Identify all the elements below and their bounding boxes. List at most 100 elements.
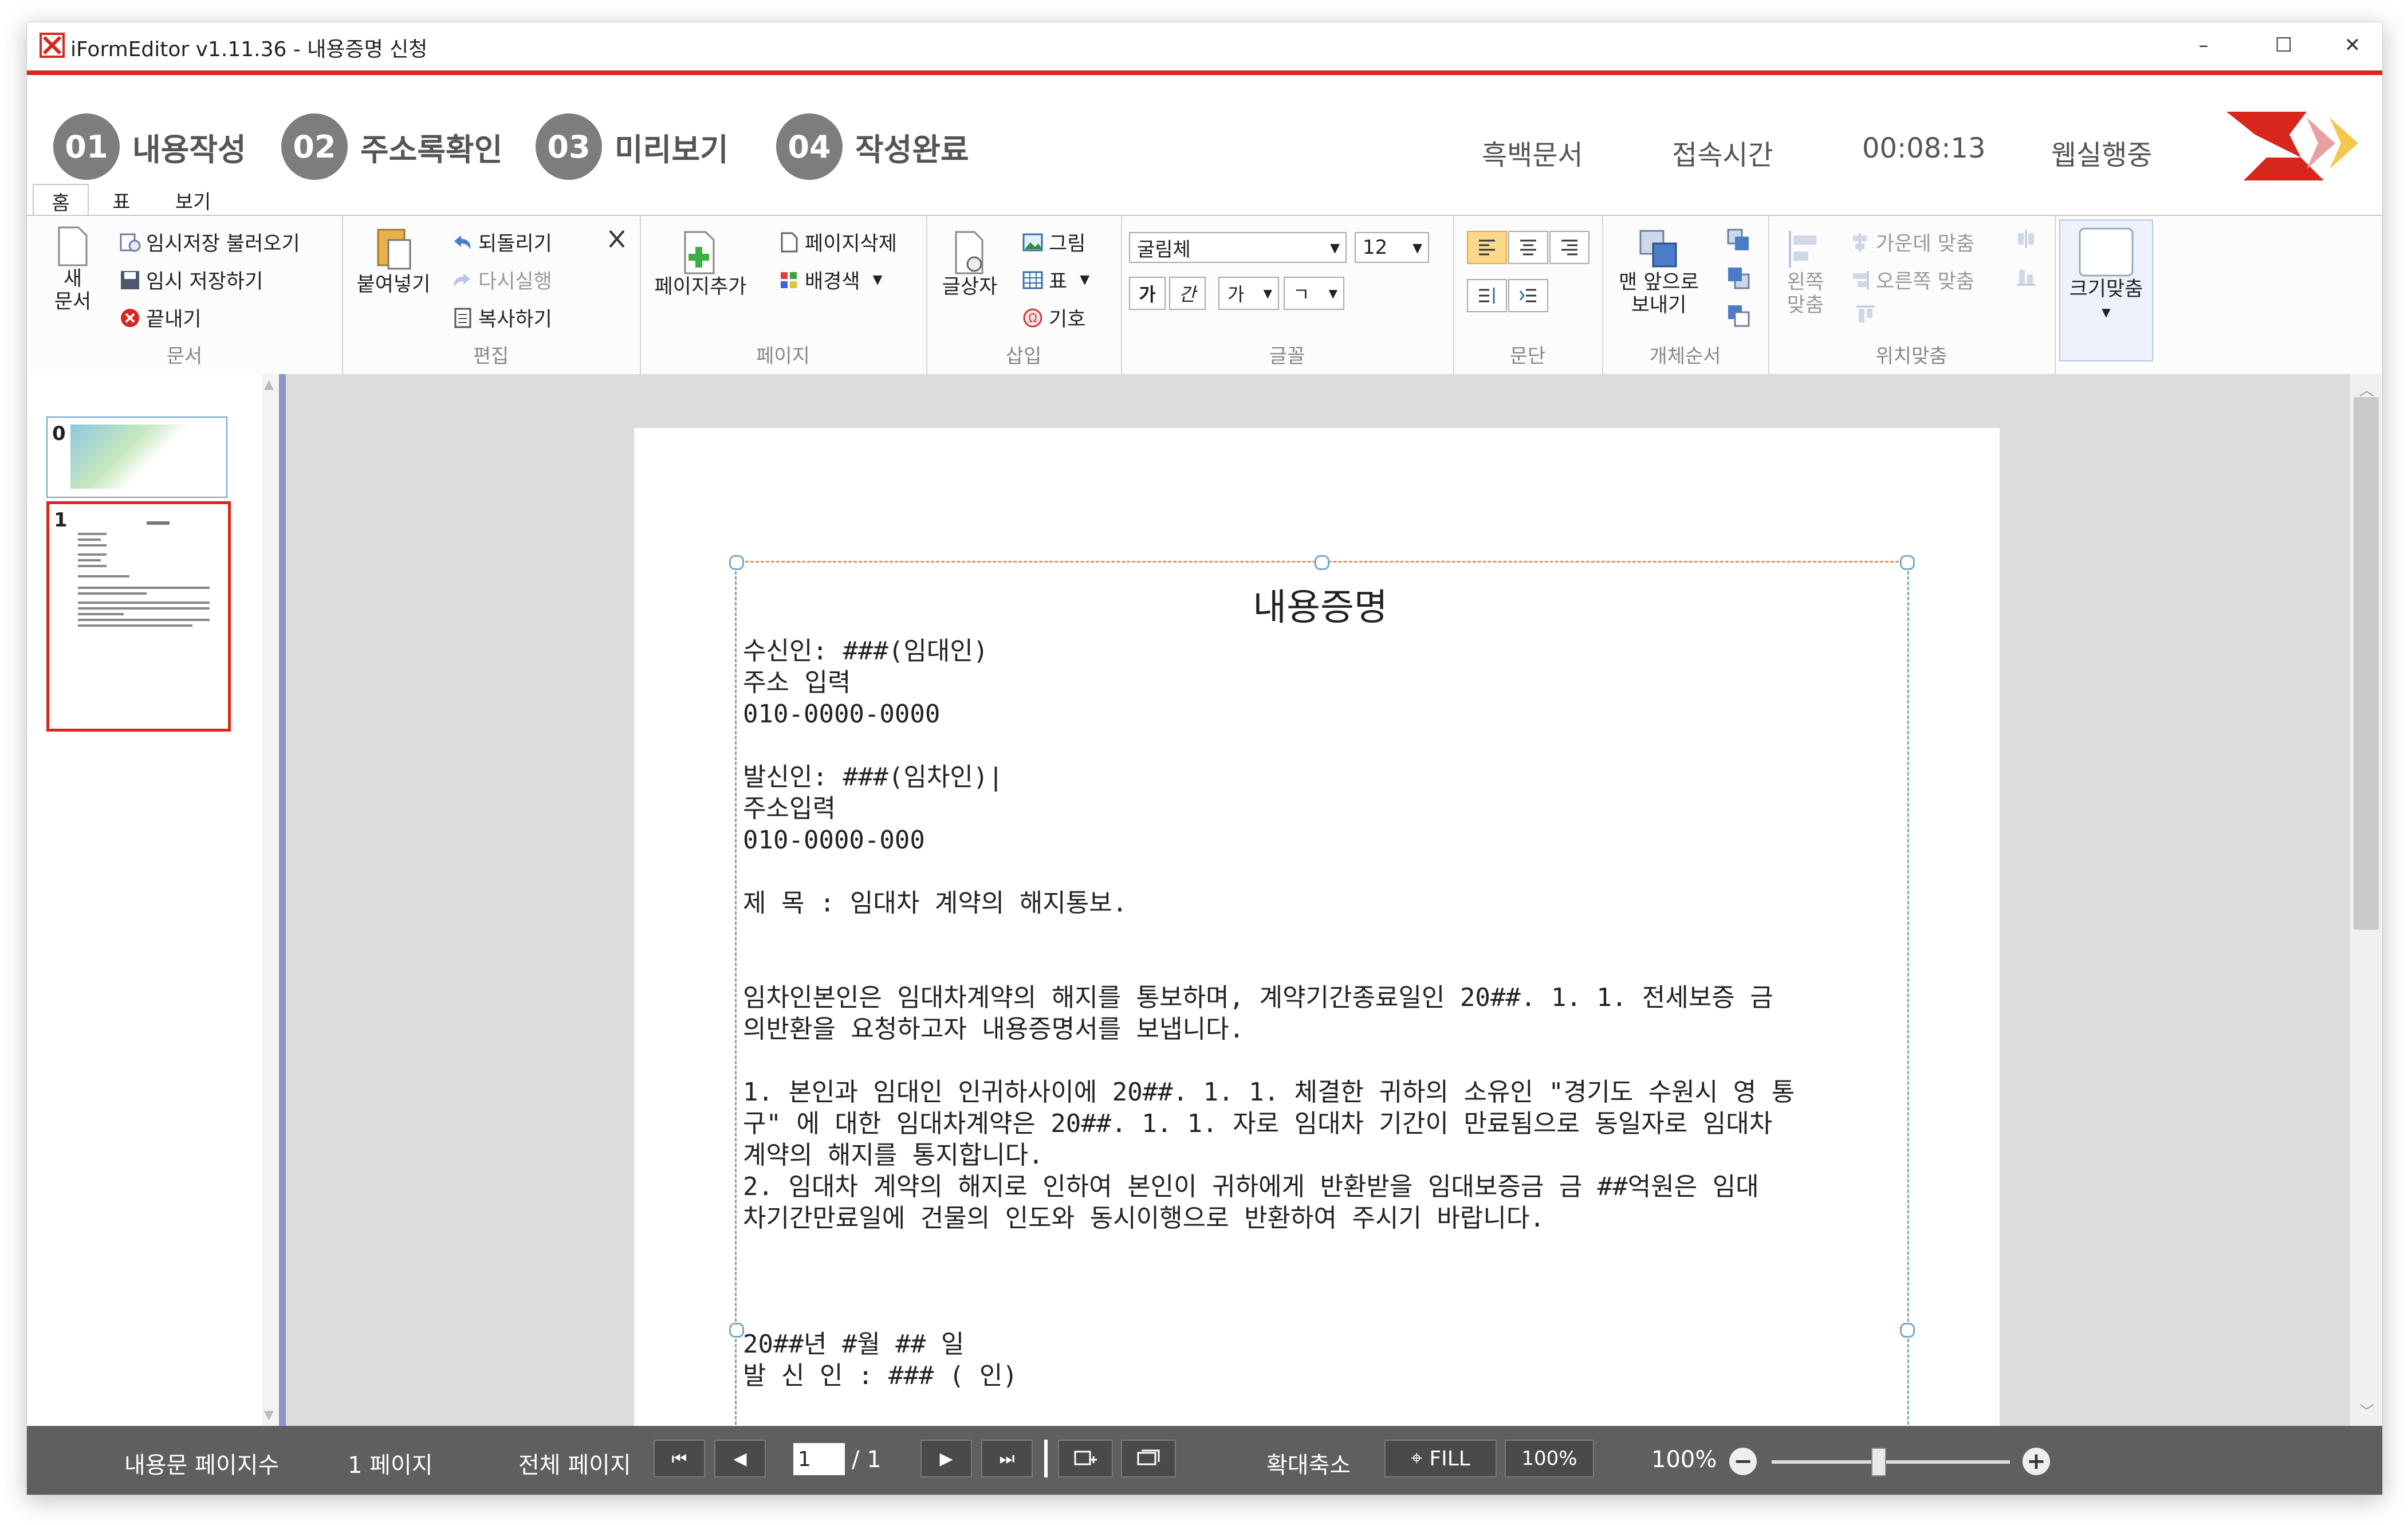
scroll-down-icon[interactable]: ▼ [264,1408,274,1422]
exit-button[interactable]: 끝내기 [119,303,202,332]
font-family-select[interactable]: 굴림체 ▼ [1129,232,1347,263]
thumbnail-scrollbar[interactable]: ▲ ▼ [262,374,279,1426]
ribbon-tabs: 홈 표 보기 [27,177,2382,217]
align-object-left-button[interactable]: 왼쪽 맞춤 [1774,227,1837,317]
textbox-button[interactable]: 글상자 [935,230,1004,298]
insert-symbol-button[interactable]: Ω 기호 [1021,303,1085,332]
resize-handle[interactable] [1900,555,1915,570]
add-page-bottom-button[interactable] [1058,1440,1113,1477]
zoom-out-icon[interactable]: − [1729,1448,1757,1475]
new-file-icon [58,226,88,266]
next-page-button[interactable]: ▶ [920,1440,972,1477]
resize-handle[interactable] [729,1323,744,1338]
prev-page-button[interactable]: ◀ [714,1440,766,1477]
document-line: 수신인: ###(임대인) [743,636,989,666]
document-line: 010-0000-000 [743,826,925,855]
italic-button[interactable]: 간 [1169,277,1206,310]
step-3[interactable]: 03 미리보기 [536,109,729,184]
chevron-down-icon: ▼ [872,273,883,287]
page-view-button[interactable] [1121,1440,1176,1477]
indent-button[interactable] [1508,279,1548,312]
group-label: 페이지 [756,345,810,368]
align-left-button[interactable] [1467,231,1507,264]
resize-handle[interactable] [729,555,744,570]
delete-page-icon [781,232,798,252]
close-button[interactable]: ✕ [2330,28,2375,62]
chevron-down-icon: ▼ [1263,286,1272,300]
font-size-select[interactable]: 12 ▼ [1355,232,1429,263]
toolbar-separator [1044,1440,1048,1477]
new-document-button[interactable]: 새 문서 [50,225,96,313]
send-to-back-icon[interactable] [1726,303,1751,328]
step-4[interactable]: 04 작성완료 [776,109,969,184]
save-temp-button[interactable]: 임시 저장하기 [119,265,263,294]
group-label: 문서 [166,345,203,368]
line-spacing-button[interactable] [1467,279,1507,312]
first-page-button[interactable]: ⏮ [654,1440,705,1477]
align-right-object-button[interactable]: 오른쪽 맞춤 [1848,265,1974,294]
maximize-button[interactable]: ☐ [2249,28,2318,62]
scroll-up-icon[interactable]: ▲ [264,378,274,392]
insert-picture-button[interactable]: 그림 [1021,227,1085,257]
zoom-100-button[interactable]: 100% [1505,1440,1594,1477]
step-1[interactable]: 01 내용작성 [53,109,246,184]
panel-splitter[interactable] [279,374,286,1426]
align-center-button[interactable] [1508,231,1548,264]
align-center-object-button[interactable]: 가운데 맞춤 [1848,227,1974,257]
zoom-in-icon[interactable]: + [2023,1448,2050,1475]
scroll-thumb[interactable] [2354,397,2379,930]
add-page-button[interactable]: 페이지추가 [649,230,752,298]
last-page-button[interactable]: ⏭ [981,1440,1033,1477]
tab-view[interactable]: 보기 [164,184,222,216]
distribute-vertical-icon[interactable] [2014,265,2037,288]
align-right-button[interactable] [1549,231,1589,264]
fit-size-button[interactable]: 크기맞춤 ▼ [2066,226,2146,324]
scroll-down-icon[interactable]: ﹀ [2359,1400,2374,1421]
bold-button[interactable]: 가 [1129,277,1166,310]
bring-to-front-button[interactable]: 맨 앞으로 보내기 [1610,227,1707,317]
tab-table[interactable]: 표 [101,184,141,216]
thumbnail-page-0[interactable]: 0 [46,416,227,498]
access-time-value: 00:08:13 [1862,132,1986,164]
page-view-icon [1137,1449,1160,1465]
redo-icon [454,273,470,287]
step-2[interactable]: 02 주소록확인 [281,109,502,184]
resize-handle[interactable] [1315,555,1329,570]
distribute-horizontal-icon[interactable] [2014,227,2037,250]
group-paragraph: 문단 [1453,216,1603,374]
bring-forward-icon[interactable] [1726,227,1751,253]
font-color-button[interactable]: 가 ▼ [1218,277,1279,310]
undo-button[interactable]: 되돌리기 [451,227,552,257]
resize-handle[interactable] [1900,1323,1915,1338]
redo-button[interactable]: 다시실행 [451,265,552,294]
bring-to-front-icon [1639,230,1677,268]
background-color-button[interactable]: 배경색 ▼ [777,265,883,294]
cut-button[interactable] [605,227,633,250]
load-temp-button[interactable]: 임시저장 불러오기 [119,227,300,257]
align-top-icon[interactable] [1854,303,1877,326]
align-left-icon [1479,239,1495,256]
tab-home[interactable]: 홈 [33,184,89,217]
minimize-button[interactable]: – [2169,28,2238,62]
current-page-input[interactable]: 1 [793,1443,845,1475]
highlight-button[interactable]: ㄱ ▼ [1284,277,1344,310]
zoom-slider-knob[interactable] [1871,1448,1887,1476]
align-object-left-icon [1789,231,1816,268]
thumbnail-preview [70,425,208,489]
exit-icon [121,308,139,327]
align-right-object-label: 오른쪽 맞춤 [1876,270,1975,293]
paste-button[interactable]: 붙여넣기 [353,224,434,296]
fill-button[interactable]: ⌖ FILL [1384,1440,1497,1477]
insert-symbol-label: 기호 [1049,308,1086,331]
total-pages-label: 전체 페이지 [518,1452,631,1479]
access-time-label: 접속시간 [1672,139,1773,171]
thumbnail-page-1[interactable]: 1 [46,501,231,732]
delete-page-button[interactable]: 페이지삭제 [777,227,897,257]
insert-table-button[interactable]: 표 ▼ [1021,265,1089,294]
workspace-scrollbar[interactable]: ︿ ﹀ [2350,374,2382,1426]
webroom-status: 웹실행중 [2051,139,2153,171]
document-line: 계약의 해지를 통지합니다. [743,1141,1044,1170]
copy-button[interactable]: 복사하기 [451,303,552,332]
zoom-slider-track[interactable] [1772,1460,2010,1464]
send-backward-icon[interactable] [1726,265,1751,290]
